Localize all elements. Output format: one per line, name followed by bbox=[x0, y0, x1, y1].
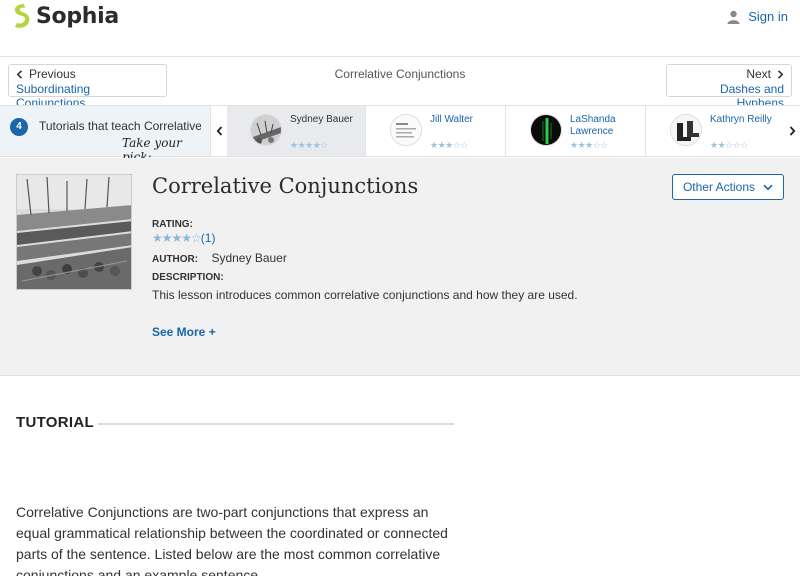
author-name: Sydney Bauer bbox=[211, 251, 287, 265]
user-icon bbox=[727, 10, 740, 24]
tutorial-card-jill-walter[interactable]: Jill Walter ★★★☆☆ bbox=[367, 106, 506, 156]
chevron-down-icon bbox=[763, 184, 773, 190]
tutorial-divider bbox=[98, 423, 454, 425]
next-label: Next bbox=[746, 67, 771, 81]
previous-lesson-button[interactable]: Previous Subordinating Conjunctions bbox=[8, 64, 167, 110]
card-author-name: Sydney Bauer bbox=[290, 114, 353, 125]
tutorials-strip: 4 Tutorials that teach Correlative Conju… bbox=[0, 105, 800, 164]
card-rating-stars: ★★★☆☆ bbox=[570, 140, 608, 150]
other-actions-label: Other Actions bbox=[682, 180, 756, 194]
tutorial-card-lashanda-lawrence[interactable]: LaShanda Lawrence ★★★☆☆ bbox=[507, 106, 646, 156]
lesson-title: Correlative Conjunctions bbox=[152, 174, 419, 198]
author-label: AUTHOR: bbox=[152, 254, 199, 265]
card-author-name: LaShanda Lawrence bbox=[570, 114, 616, 137]
lesson-thumbnail-image bbox=[16, 174, 132, 290]
author-line: AUTHOR: Sydney Bauer bbox=[152, 251, 287, 265]
sign-in-label: Sign in bbox=[748, 9, 788, 24]
tutorials-strip-header: 4 Tutorials that teach Correlative Conju… bbox=[0, 106, 211, 164]
lesson-summary: Correlative Conjunctions Other Actions R… bbox=[0, 158, 800, 376]
rating-label: RATING: bbox=[152, 219, 193, 230]
tutorial-count-badge: 4 bbox=[10, 118, 28, 136]
chevron-right-icon bbox=[789, 126, 795, 136]
chevron-left-icon bbox=[216, 126, 222, 136]
description-label: DESCRIPTION: bbox=[152, 272, 224, 283]
card-author-name: Jill Walter bbox=[430, 114, 473, 125]
lesson-rating[interactable]: ★★★★☆ (1) bbox=[152, 231, 215, 245]
chevron-left-icon bbox=[16, 69, 23, 79]
author-thumbnail bbox=[670, 114, 702, 146]
card-rating-stars: ★★★☆☆ bbox=[430, 140, 468, 150]
chevron-right-icon bbox=[777, 69, 784, 79]
rating-stars: ★★★★☆ bbox=[152, 231, 202, 245]
rating-count: (1) bbox=[200, 231, 216, 245]
tutorials-label: Tutorials that teach Correlative Conjunc… bbox=[39, 119, 201, 133]
sign-in-link[interactable]: Sign in bbox=[727, 9, 788, 24]
other-actions-button[interactable]: Other Actions bbox=[672, 174, 784, 200]
tutorial-body-text: Correlative Conjunctions are two-part co… bbox=[16, 504, 448, 576]
carousel-next-button[interactable] bbox=[784, 106, 800, 156]
sophia-logo-icon bbox=[14, 4, 30, 28]
card-rating-stars: ★★☆☆☆ bbox=[710, 140, 748, 150]
card-rating-stars: ★★★★☆ bbox=[290, 140, 328, 150]
author-thumbnail bbox=[390, 114, 422, 146]
next-lesson-button[interactable]: Next Dashes and Hyphens bbox=[666, 64, 792, 110]
card-author-name: Kathryn Reilly bbox=[710, 114, 772, 125]
author-thumbnail bbox=[250, 114, 282, 146]
sophia-logo[interactable]: Sophia bbox=[10, 3, 119, 29]
author-thumbnail bbox=[530, 114, 562, 146]
carousel-prev-button[interactable] bbox=[211, 106, 227, 156]
tutorial-heading: TUTORIAL bbox=[16, 414, 94, 431]
tutorial-card-sydney-bauer[interactable]: Sydney Bauer ★★★★☆ bbox=[227, 106, 366, 156]
brand-name: Sophia bbox=[36, 3, 119, 29]
see-more-link[interactable]: See More + bbox=[152, 325, 216, 339]
tutorial-card-kathryn-reilly[interactable]: Kathryn Reilly ★★☆☆☆ bbox=[647, 106, 784, 156]
previous-label: Previous bbox=[29, 67, 76, 81]
site-header: Sophia Sign in bbox=[0, 0, 800, 57]
lesson-description: This lesson introduces common correlativ… bbox=[152, 288, 578, 302]
lesson-navigation: Correlative Conjunctions Previous Subord… bbox=[0, 58, 800, 110]
